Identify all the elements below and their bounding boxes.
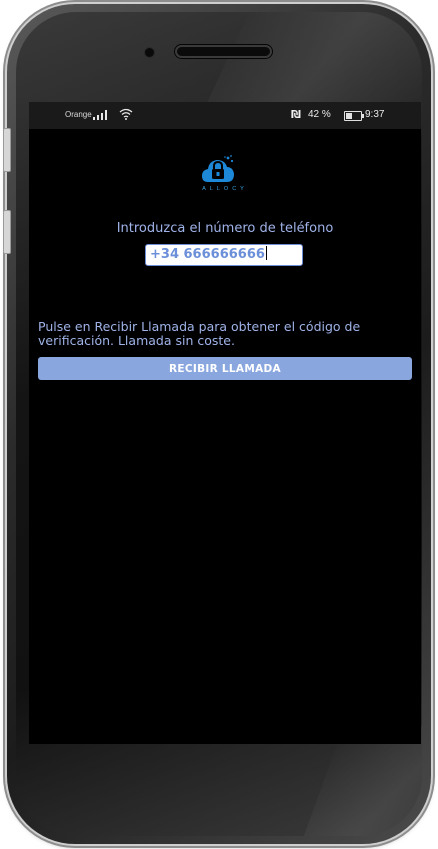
battery-fill — [346, 113, 352, 119]
phone-screen: Orange ₪ 42 % 9:37 ALLOCY Introduzca el — [29, 102, 421, 744]
volume-up-button — [3, 128, 11, 172]
cloud-lock-logo-icon — [202, 155, 234, 182]
nfc-icon: ₪ — [291, 108, 301, 121]
phone-number-value: +34 666666666 — [150, 247, 265, 262]
signal-icon — [93, 110, 107, 120]
wifi-icon — [119, 108, 133, 120]
volume-down-button — [3, 210, 11, 254]
battery-percent: 42 % — [308, 109, 331, 120]
receive-call-button[interactable]: RECIBIR LLAMADA — [38, 357, 412, 380]
clock: 9:37 — [365, 109, 385, 120]
carrier-label: Orange — [65, 110, 92, 119]
earpiece-speaker — [175, 45, 272, 58]
phone-number-input[interactable]: +34 666666666 — [145, 244, 303, 266]
front-camera — [145, 48, 154, 57]
battery-icon — [344, 111, 364, 121]
verification-hint: Pulse en Recibir Llamada para obtener el… — [38, 319, 361, 348]
text-caret — [265, 246, 267, 260]
phone-prompt: Introduzca el número de teléfono — [116, 221, 334, 236]
app-logo-text: ALLOCY — [202, 186, 248, 192]
status-bar: Orange ₪ 42 % 9:37 — [29, 102, 421, 129]
